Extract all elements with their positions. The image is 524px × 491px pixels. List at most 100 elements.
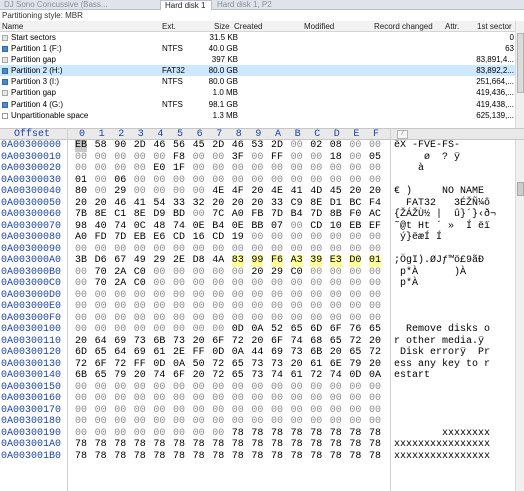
hex-byte[interactable]: 00 (153, 152, 165, 164)
hex-byte[interactable]: 20 (232, 198, 244, 210)
hex-byte[interactable]: 00 (291, 313, 303, 325)
hex-byte[interactable]: 00 (95, 175, 107, 187)
hex-byte[interactable]: 00 (95, 382, 107, 394)
hex-byte[interactable]: 00 (291, 393, 303, 405)
tab-hard-disk-1-p2[interactable]: Hard disk 1, P2 (213, 0, 279, 10)
hex-byte[interactable]: 0D (212, 347, 224, 359)
hex-byte[interactable]: C0 (291, 267, 303, 279)
hex-byte[interactable]: FF (271, 152, 283, 164)
hex-text[interactable]: Disk errorÿ Pr (394, 347, 490, 359)
hex-byte[interactable]: 00 (95, 393, 107, 405)
hex-byte[interactable]: 00 (369, 393, 381, 405)
hex-byte[interactable]: 00 (95, 416, 107, 428)
hex-byte[interactable]: 00 (212, 267, 224, 279)
hex-byte[interactable]: 46 (114, 198, 126, 210)
hex-byte[interactable]: 78 (349, 439, 361, 451)
hex-byte[interactable]: 00 (173, 324, 185, 336)
hex-byte[interactable]: 78 (330, 428, 342, 440)
hex-byte[interactable]: 78 (153, 439, 165, 451)
hex-byte[interactable]: 78 (310, 428, 322, 440)
hex-byte[interactable]: 06 (114, 175, 126, 187)
hex-byte[interactable]: 00 (95, 405, 107, 417)
hex-byte[interactable]: 00 (153, 290, 165, 302)
hex-byte[interactable]: 72 (114, 359, 126, 371)
hex-byte[interactable]: 00 (369, 313, 381, 325)
hex-byte[interactable]: 00 (291, 405, 303, 417)
hex-byte[interactable]: 00 (369, 140, 381, 152)
hex-byte[interactable]: 00 (153, 186, 165, 198)
hex-byte[interactable]: 72 (212, 359, 224, 371)
hex-byte[interactable]: 00 (193, 393, 205, 405)
hex-byte[interactable]: 00 (75, 244, 87, 256)
hex-byte[interactable]: 00 (212, 416, 224, 428)
hex-byte[interactable]: 69 (134, 347, 146, 359)
hex-byte[interactable]: 00 (330, 175, 342, 187)
hex-byte[interactable]: 4F (232, 186, 244, 198)
hex-byte[interactable]: 00 (75, 152, 87, 164)
hex-byte[interactable]: 98 (75, 221, 87, 233)
column-header-attr[interactable]: Attr. (445, 21, 459, 32)
hex-byte[interactable]: 78 (114, 451, 126, 463)
hex-byte[interactable]: 65 (291, 324, 303, 336)
hex-byte[interactable]: 00 (212, 152, 224, 164)
hex-byte[interactable]: 00 (134, 163, 146, 175)
hex-byte[interactable]: 40 (95, 221, 107, 233)
hex-byte[interactable]: 61 (310, 359, 322, 371)
hex-byte[interactable]: D8 (193, 255, 205, 267)
hex-byte[interactable]: 00 (193, 405, 205, 417)
hex-byte[interactable]: 18 (330, 152, 342, 164)
hex-byte[interactable]: 00 (369, 175, 381, 187)
hex-byte[interactable]: 20 (369, 336, 381, 348)
hex-byte[interactable]: 00 (251, 382, 263, 394)
hex-byte[interactable]: 00 (349, 416, 361, 428)
hex-byte[interactable]: BD (173, 209, 185, 221)
hex-byte[interactable]: 3F (232, 152, 244, 164)
hex-byte[interactable]: 00 (75, 416, 87, 428)
hex-byte[interactable]: 00 (95, 301, 107, 313)
hex-byte[interactable]: 00 (153, 393, 165, 405)
hex-byte[interactable]: 6D (75, 347, 87, 359)
hex-byte[interactable]: 00 (173, 301, 185, 313)
hex-byte[interactable]: 53 (251, 140, 263, 152)
column-header-size[interactable]: Size (214, 21, 230, 32)
hex-byte[interactable]: 00 (134, 152, 146, 164)
hex-byte[interactable]: 20 (134, 370, 146, 382)
hex-byte[interactable]: 78 (95, 439, 107, 451)
hex-byte[interactable]: 78 (349, 451, 361, 463)
partition-row[interactable]: Start sectors 31.5 KB 0 (0, 32, 524, 43)
hex-byte[interactable]: 6D (310, 324, 322, 336)
hex-byte[interactable]: EB (75, 140, 88, 152)
hex-byte[interactable]: 6B (153, 336, 165, 348)
hex-byte[interactable]: 00 (369, 278, 381, 290)
tab-hard-disk-1[interactable]: Hard disk 1 (160, 0, 212, 10)
hex-byte[interactable]: 68 (310, 336, 322, 348)
hex-byte[interactable]: 00 (349, 163, 361, 175)
hex-byte[interactable]: 00 (271, 232, 283, 244)
hex-byte[interactable]: 00 (173, 290, 185, 302)
hex-text[interactable]: à (394, 163, 424, 175)
hex-byte[interactable]: 00 (114, 152, 126, 164)
hex-byte[interactable]: 78 (369, 439, 381, 451)
hex-byte[interactable]: 64 (95, 336, 107, 348)
hex-byte[interactable]: 20 (251, 198, 263, 210)
scrollbar-thumb[interactable] (517, 182, 524, 196)
hex-byte[interactable]: 00 (95, 163, 107, 175)
hex-byte[interactable]: 2A (114, 278, 126, 290)
hex-byte[interactable]: 00 (173, 416, 185, 428)
hex-byte[interactable]: 00 (114, 405, 126, 417)
hex-byte[interactable]: 00 (173, 244, 185, 256)
hex-byte[interactable]: 80 (75, 186, 87, 198)
hex-byte[interactable]: 00 (153, 278, 165, 290)
hex-byte[interactable]: 00 (212, 301, 224, 313)
hex-byte[interactable]: 6B (310, 347, 322, 359)
hex-byte[interactable]: 65 (95, 370, 107, 382)
hex-byte[interactable]: 78 (291, 428, 303, 440)
hex-byte[interactable]: 69 (271, 347, 283, 359)
hex-byte[interactable]: 7D (271, 209, 283, 221)
hex-byte[interactable]: 00 (134, 301, 146, 313)
hex-byte[interactable]: 0A (173, 359, 185, 371)
hex-byte[interactable]: 00 (251, 163, 263, 175)
hex-byte[interactable]: 00 (330, 278, 342, 290)
hex-byte[interactable]: 44 (251, 347, 263, 359)
hex-byte[interactable]: 00 (114, 313, 126, 325)
